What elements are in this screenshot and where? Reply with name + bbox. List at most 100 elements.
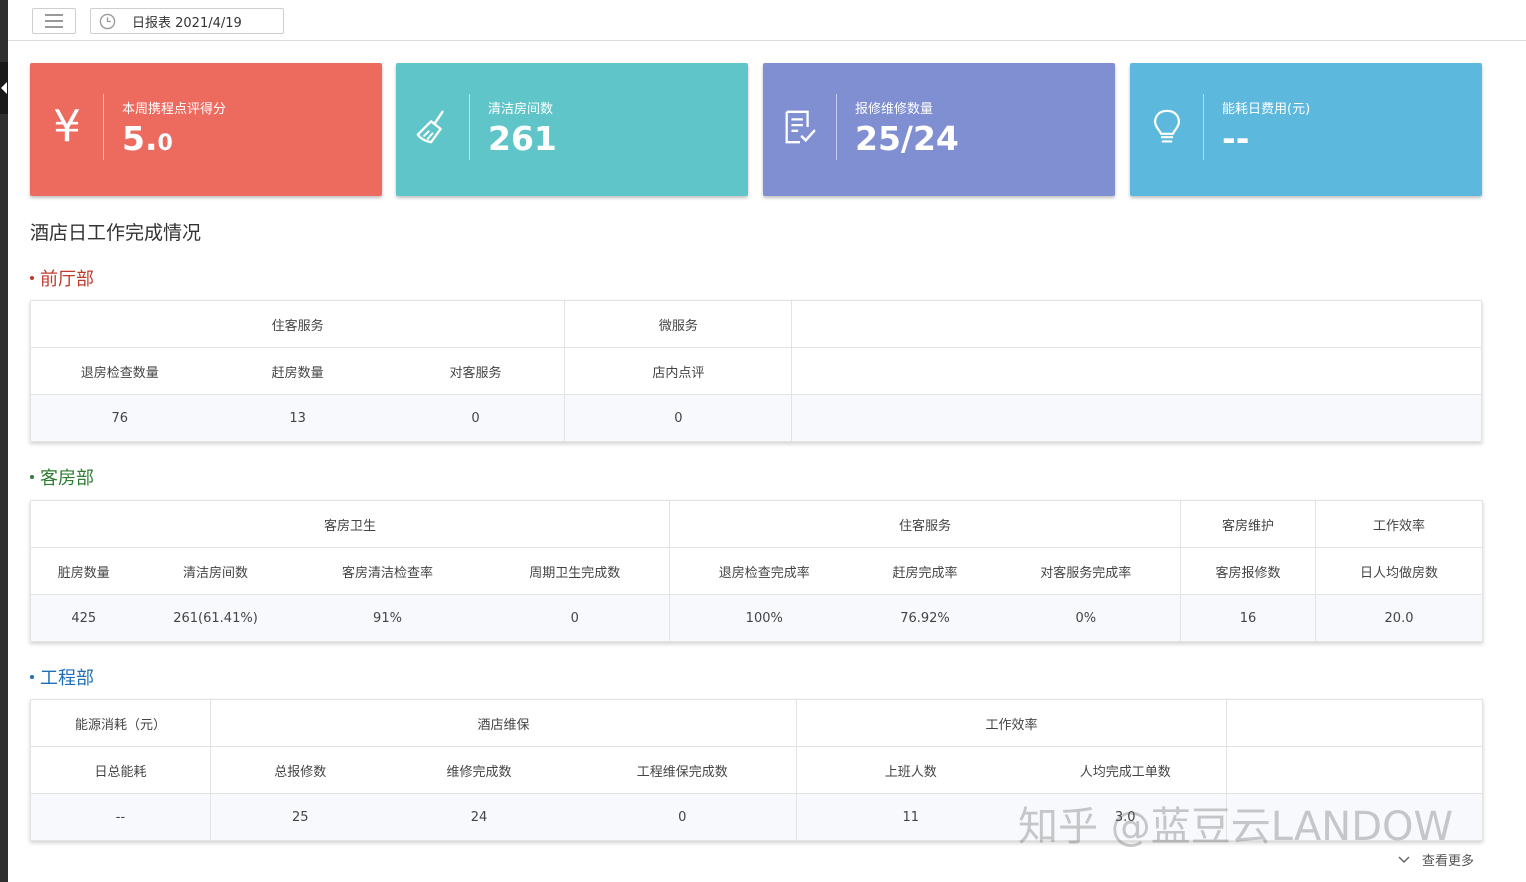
column-header: 对客服务完成率 [991,547,1182,595]
table-cell: 0 [564,394,793,442]
table-cell: 25 [210,793,390,841]
column-header: 赶房数量 [208,347,387,395]
group-header: 酒店维保 [210,699,797,747]
group-header: 住客服务 [669,500,1182,548]
dept-title-text: 客房部 [40,468,94,489]
table-row: -- 25 24 0 11 3.0 [30,793,1483,841]
dept-title-front: 前厅部 [30,265,94,291]
table-cell: 0% [991,594,1182,642]
date-label: 日报表 2021/4/19 [132,15,242,31]
menu-button[interactable] [32,8,76,34]
empty-cell [791,394,1482,442]
card-label: 能耗日费用(元) [1222,102,1311,117]
group-header: 住客服务 [30,300,566,348]
lightbulb-icon [1146,103,1188,151]
table-cell: 0 [386,394,566,442]
card-divider [836,94,837,160]
broom-icon [412,103,454,151]
group-header: 客房卫生 [30,500,671,548]
column-header: 客房报修数 [1180,547,1317,595]
view-more-label: 查看更多 [1422,854,1475,869]
card-divider [103,94,104,160]
date-selector[interactable]: 日报表 2021/4/19 [90,8,284,34]
card-divider [469,94,470,160]
table-cell: 3.0 [1024,793,1228,841]
dept-title-text: 前厅部 [40,269,94,290]
card-value-main: 5. [122,119,158,158]
clock-icon [99,13,116,29]
column-header: 日总能耗 [30,746,211,794]
table-cell: 11 [796,793,1025,841]
column-header: 周期卫生完成数 [480,547,671,595]
column-header: 日人均做房数 [1315,547,1483,595]
card-value: 25/24 [855,119,959,158]
yen-icon: ¥ [53,101,81,152]
column-header: 上班人数 [796,746,1025,794]
column-header: 客房清洁检查率 [294,547,481,595]
empty-cell [1226,699,1483,747]
table-cell: 0 [568,793,797,841]
table-group-row: 客房卫生 住客服务 客房维护 工作效率 [30,500,1483,548]
table-front-desk: 住客服务 微服务 退房检查数量 赶房数量 对客服务 店内点评 76 13 0 0 [30,300,1482,442]
column-header: 维修完成数 [389,746,569,794]
card-repair-count[interactable]: 报修维修数量 25/24 [763,63,1115,196]
card-divider [1203,94,1204,160]
table-cell: -- [30,793,211,841]
chevron-down-icon [1398,855,1410,863]
table-cell: 13 [208,394,387,442]
column-header: 退房检查数量 [30,347,209,395]
bullet-dot [30,675,34,679]
table-cell: 100% [669,594,859,642]
empty-cell [1226,793,1483,841]
view-more-link[interactable]: 查看更多 [1398,850,1474,869]
group-header: 客房维护 [1180,500,1317,548]
table-header-row: 脏房数量 清洁房间数 客房清洁检查率 周期卫生完成数 退房检查完成率 赶房完成率… [30,547,1483,595]
card-cleaned-rooms[interactable]: 清洁房间数 261 [396,63,748,196]
bullet-dot [30,276,34,280]
table-group-row: 住客服务 微服务 [30,300,1482,348]
card-ctrip-score[interactable]: ¥ 本周携程点评得分 5.0 [30,63,382,196]
dept-title-engineering: 工程部 [30,664,94,690]
group-header: 能源消耗（元） [30,699,211,747]
empty-cell [791,300,1482,348]
card-value: 5.0 [122,119,173,158]
table-cell: 261(61.41%) [136,594,295,642]
column-header: 清洁房间数 [136,547,295,595]
group-header: 工作效率 [796,699,1228,747]
top-bar: 日报表 2021/4/19 [8,0,1526,41]
table-cell: 76.92% [858,594,992,642]
group-header: 工作效率 [1315,500,1483,548]
table-group-row: 能源消耗（元） 酒店维保 工作效率 [30,699,1483,747]
table-cell: 91% [294,594,481,642]
column-header: 退房检查完成率 [669,547,859,595]
checklist-icon [779,103,821,151]
column-header: 店内点评 [564,347,793,395]
card-energy-cost[interactable]: 能耗日费用(元) -- [1130,63,1482,196]
column-header: 工程维保完成数 [568,746,797,794]
bullet-dot [30,475,34,479]
summary-cards: ¥ 本周携程点评得分 5.0 清洁房间数 261 报修维修数量 25/24 能耗… [30,63,1484,196]
expand-sidebar-handle[interactable] [0,62,8,114]
card-label: 报修维修数量 [855,102,934,117]
table-cell: 425 [30,594,137,642]
card-value-decimal: 0 [157,131,173,156]
table-cell: 20.0 [1315,594,1483,642]
table-cell: 24 [389,793,569,841]
column-header: 人均完成工单数 [1024,746,1228,794]
section-title: 酒店日工作完成情况 [30,222,202,244]
table-cell: 16 [1180,594,1317,642]
table-housekeeping: 客房卫生 住客服务 客房维护 工作效率 脏房数量 清洁房间数 客房清洁检查率 周… [30,500,1484,642]
card-value: 261 [488,119,557,158]
card-label: 本周携程点评得分 [122,102,227,117]
table-row: 425 261(61.41%) 91% 0 100% 76.92% 0% 16 … [30,594,1483,642]
group-header: 微服务 [564,300,793,348]
column-header: 脏房数量 [30,547,137,595]
table-engineering: 能源消耗（元） 酒店维保 工作效率 日总能耗 总报修数 维修完成数 工程维保完成… [30,699,1484,841]
column-header: 总报修数 [210,746,390,794]
column-header: 赶房完成率 [858,547,992,595]
dept-title-housekeeping: 客房部 [30,464,94,490]
table-row: 76 13 0 0 [30,394,1482,442]
empty-cell [1226,746,1483,794]
column-header: 对客服务 [386,347,566,395]
table-header-row: 退房检查数量 赶房数量 对客服务 店内点评 [30,347,1482,395]
